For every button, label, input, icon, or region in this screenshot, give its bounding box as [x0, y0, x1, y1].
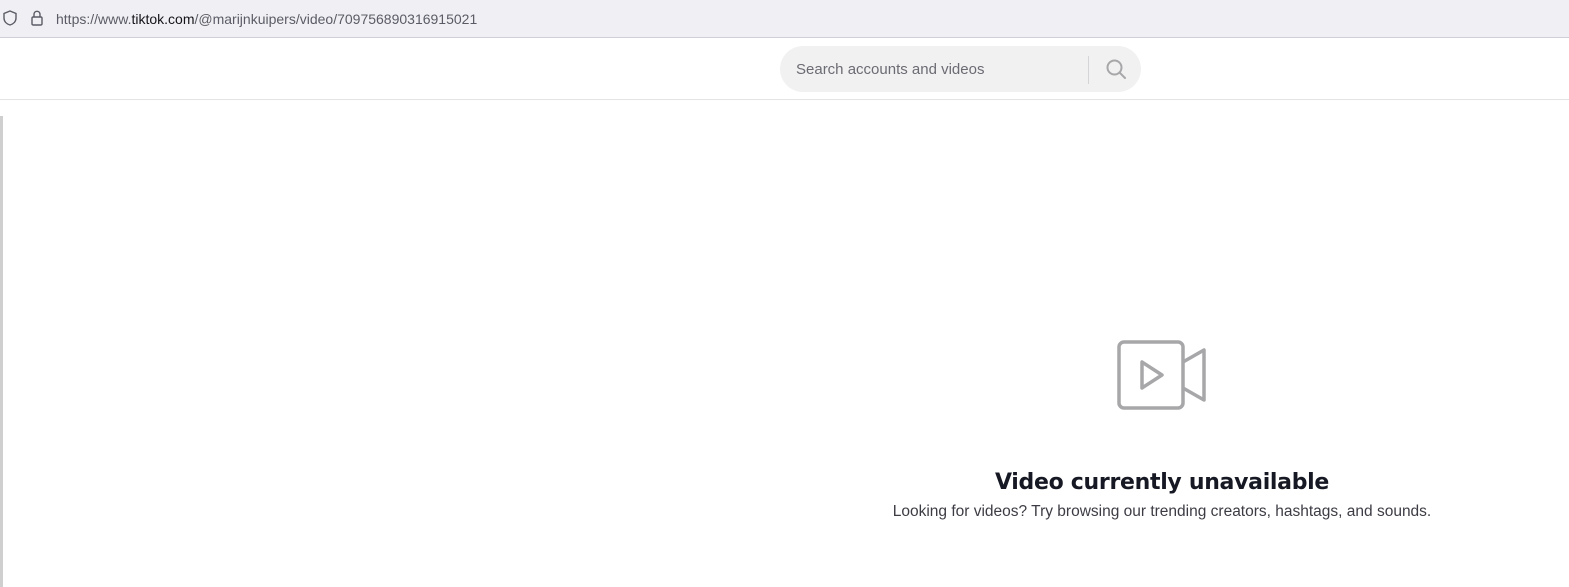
video-camera-icon: [1117, 340, 1206, 410]
url-path: /@marijnkuipers/video/7097568903169150­2…: [194, 11, 478, 27]
browser-address-bar: https://www.tiktok.com/@marijnkuipers/vi…: [0, 0, 1569, 38]
search-divider: [1088, 56, 1089, 84]
site-header: [0, 38, 1569, 100]
lock-icon[interactable]: [30, 10, 44, 26]
url-host: tiktok.com: [131, 11, 195, 27]
search-bar: [780, 46, 1141, 92]
search-button[interactable]: [1092, 46, 1140, 92]
shield-icon[interactable]: [3, 10, 17, 26]
empty-state-subtitle: Looking for videos? Try browsing our tre…: [892, 503, 1432, 520]
left-border: [0, 116, 3, 587]
url-prefix: https://www.: [56, 11, 132, 27]
url-field[interactable]: https://www.tiktok.com/@marijnkuipers/vi…: [56, 10, 477, 28]
empty-state-title: Video currently unavailable: [994, 470, 1330, 495]
search-icon: [1106, 59, 1126, 79]
empty-state: Video currently unavailable Looking for …: [862, 340, 1462, 521]
search-input[interactable]: [796, 46, 1086, 92]
